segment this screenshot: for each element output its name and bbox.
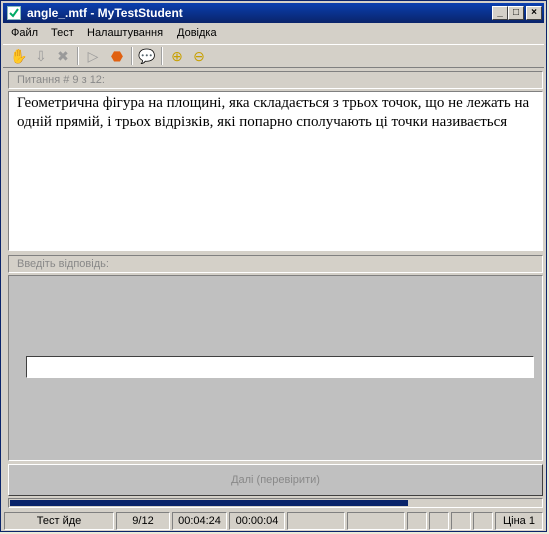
answer-area <box>8 275 543 461</box>
question-number: Питання # 9 з 12: <box>17 74 105 86</box>
next-check-button[interactable]: Далі (перевірити) <box>8 464 543 496</box>
toolbar-separator <box>77 47 79 65</box>
question-header: Питання # 9 з 12: <box>8 71 543 89</box>
chat-icon[interactable]: 💬 <box>137 47 157 65</box>
status-empty <box>287 512 345 530</box>
minimize-button[interactable]: _ <box>492 6 508 20</box>
menu-help[interactable]: Довідка <box>177 27 217 39</box>
status-empty <box>473 512 493 530</box>
play-icon[interactable]: ▷ <box>83 47 103 65</box>
status-empty <box>347 512 405 530</box>
answer-prompt: Введіть відповідь: <box>17 258 109 270</box>
title-bar[interactable]: angle_.mtf - MyTestStudent _ □ × <box>3 3 544 23</box>
arrow-down-icon[interactable]: ⇩ <box>31 47 51 65</box>
status-empty <box>451 512 471 530</box>
zoom-out-icon[interactable]: ⊖ <box>189 47 209 65</box>
status-price: Ціна 1 <box>495 512 543 530</box>
maximize-button[interactable]: □ <box>508 6 524 20</box>
stop-x-icon[interactable]: ✖ <box>53 47 73 65</box>
status-bar: Тест йде 9/12 00:04:24 00:00:04 Ціна 1 <box>4 512 545 531</box>
hand-icon[interactable]: ✋ <box>9 47 29 65</box>
status-state: Тест йде <box>4 512 114 530</box>
answer-input[interactable] <box>26 356 534 378</box>
stop-hexagon-icon[interactable]: ⬣ <box>107 47 127 65</box>
progress-bar <box>8 498 543 508</box>
window-title: angle_.mtf - MyTestStudent <box>27 6 183 20</box>
close-button[interactable]: × <box>526 6 542 20</box>
menu-test[interactable]: Тест <box>51 27 74 39</box>
status-elapsed: 00:04:24 <box>172 512 227 530</box>
menu-file[interactable]: Файл <box>11 27 38 39</box>
progress-fill <box>10 500 408 506</box>
question-text: Геометрична фігура на площині, яка склад… <box>17 95 530 130</box>
toolbar: ✋ ⇩ ✖ ▷ ⬣ 💬 ⊕ ⊖ <box>3 44 544 68</box>
answer-header: Введіть відповідь: <box>8 255 543 273</box>
toolbar-separator <box>131 47 133 65</box>
toolbar-separator <box>161 47 163 65</box>
status-empty <box>407 512 427 530</box>
app-checkmark-icon <box>7 6 21 20</box>
status-counter: 9/12 <box>116 512 170 530</box>
question-text-box: Геометрична фігура на площині, яка склад… <box>8 91 543 251</box>
status-empty <box>429 512 449 530</box>
zoom-in-icon[interactable]: ⊕ <box>167 47 187 65</box>
app-window: angle_.mtf - MyTestStudent _ □ × Файл Те… <box>0 0 547 532</box>
menu-settings[interactable]: Налаштування <box>87 27 163 39</box>
status-question-time: 00:00:04 <box>229 512 285 530</box>
menu-bar: Файл Тест Налаштування Довідка <box>3 24 544 43</box>
